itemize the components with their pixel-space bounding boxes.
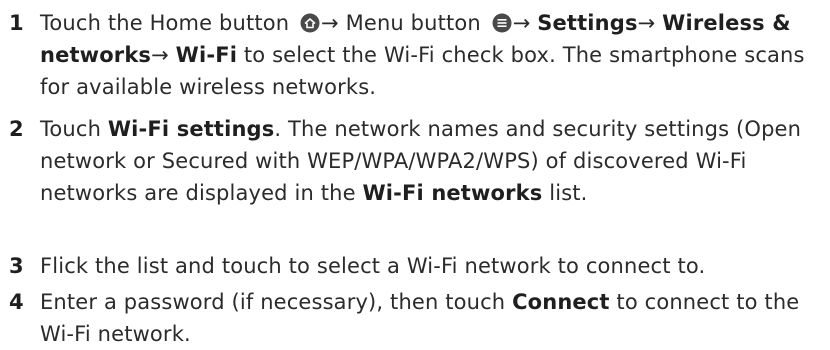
wifi-label: Wi-Fi [175, 43, 238, 67]
step-number: 2 [9, 117, 24, 141]
settings-label: Settings [537, 11, 638, 35]
step-text: Touch Wi-Fi settings. The network names … [40, 117, 802, 205]
home-icon [300, 13, 320, 33]
step-number: 3 [9, 254, 24, 278]
step-2: 2 Touch Wi-Fi settings. The network name… [0, 113, 830, 209]
step-text: Touch the Home button → Menu button → Se… [40, 11, 805, 99]
menu-icon [492, 13, 512, 33]
step-number: 1 [9, 11, 24, 35]
step-text: Flick the list and touch to select a Wi-… [40, 254, 706, 278]
step-4: 4 Enter a password (if necessary), then … [0, 286, 830, 350]
wifi-settings-label: Wi-Fi settings [107, 117, 275, 141]
instruction-steps: 1 Touch the Home button → Menu button → … [0, 0, 830, 350]
step-text: Enter a password (if necessary), then to… [40, 290, 800, 346]
step-3: 3 Flick the list and touch to select a W… [0, 250, 830, 282]
wifi-networks-label: Wi-Fi networks [362, 181, 543, 205]
step-number: 4 [9, 290, 24, 314]
connect-label: Connect [512, 290, 610, 314]
step-1: 1 Touch the Home button → Menu button → … [0, 7, 830, 103]
